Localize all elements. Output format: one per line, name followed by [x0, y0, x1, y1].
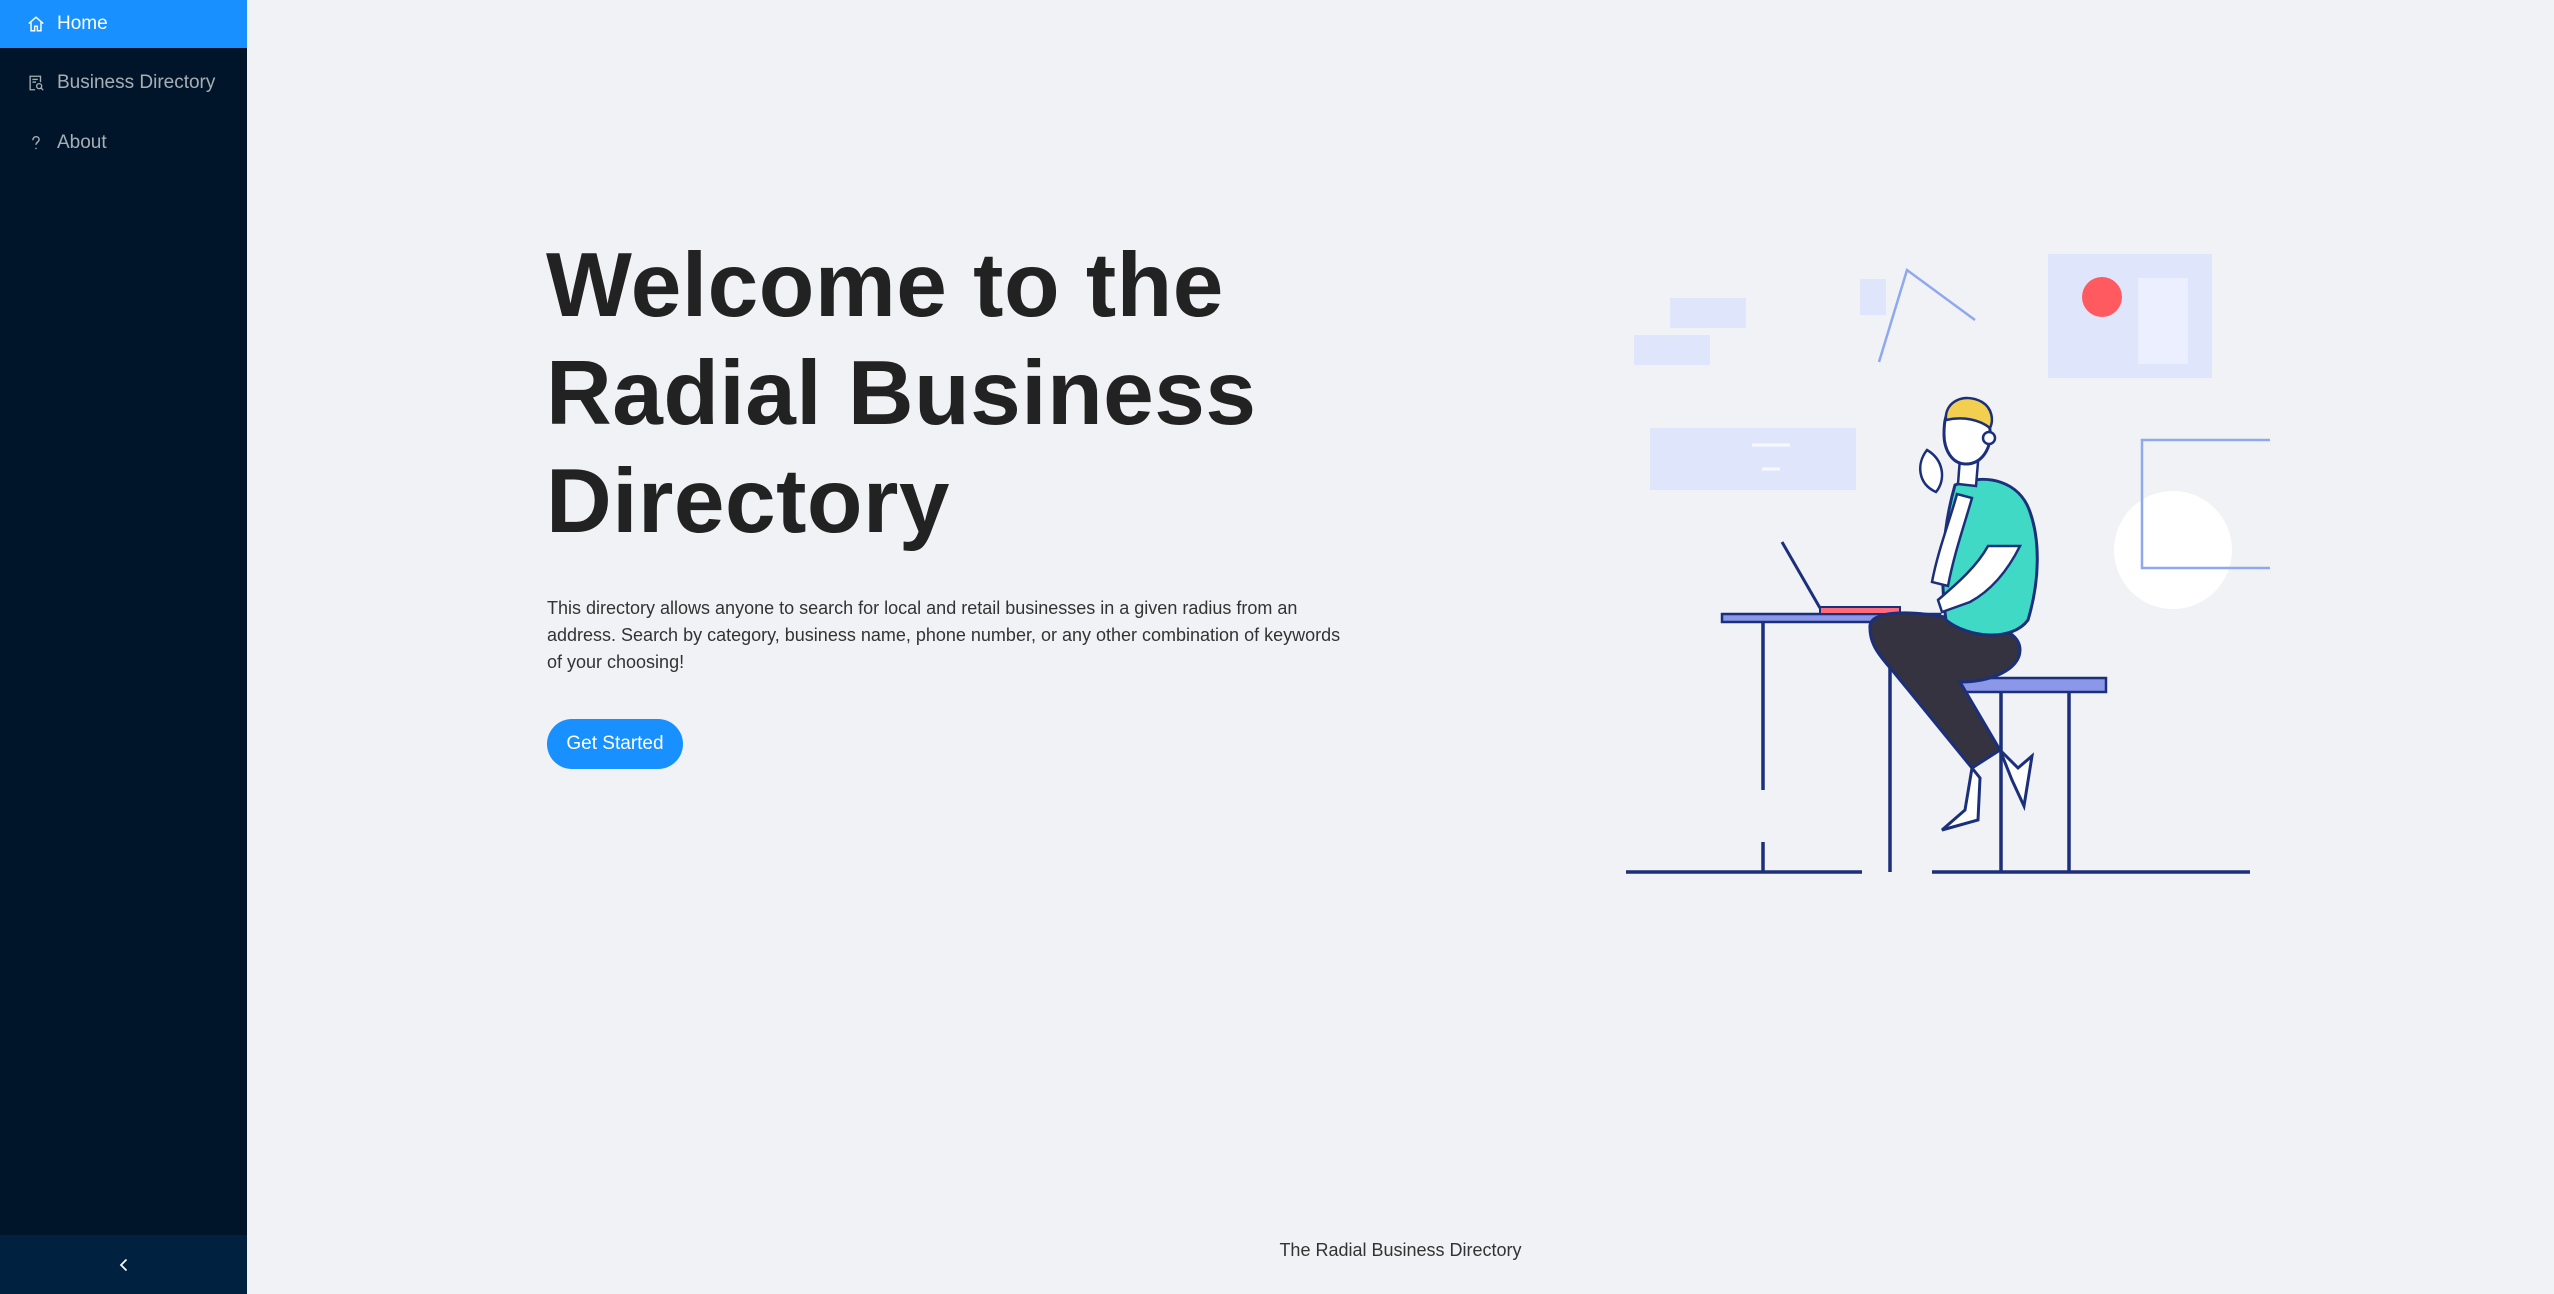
deco-rect — [1634, 335, 1710, 365]
deco-line — [1877, 267, 1976, 363]
person-shoe — [1998, 748, 2035, 812]
get-started-button[interactable]: Get Started — [547, 719, 683, 769]
person-shoe — [1941, 764, 1982, 832]
question-icon — [26, 133, 46, 153]
hero-description: This directory allows anyone to search f… — [547, 598, 1341, 672]
chevron-left-icon — [116, 1257, 132, 1273]
deco-rect — [1860, 279, 1886, 315]
deco-dot — [2082, 277, 2122, 317]
hero-illustration — [1626, 254, 2270, 874]
page-title: Welcome to the Radial Business Directory — [546, 235, 1257, 552]
sidebar-item-home[interactable]: Home — [0, 0, 247, 48]
home-icon — [26, 14, 46, 34]
deco-card — [1650, 428, 1856, 490]
person-hand — [1919, 448, 1944, 494]
directory-icon — [26, 73, 46, 93]
sidebar: Home Business Directory About — [0, 0, 247, 1294]
laptop-screen — [1780, 541, 1822, 609]
sidebar-collapse-button[interactable] — [0, 1235, 247, 1294]
deco-rect — [2138, 278, 2188, 364]
app: Home Business Directory About Welcome to… — [0, 0, 2554, 1294]
person-ear — [1981, 430, 1997, 446]
sidebar-item-label: Home — [57, 13, 108, 34]
sidebar-item-business-directory[interactable]: Business Directory — [0, 59, 247, 107]
footer: The Radial Business Directory — [1279, 1240, 1522, 1260]
sidebar-item-about[interactable]: About — [0, 119, 247, 167]
sidebar-item-label: About — [57, 132, 107, 153]
deco-circle — [2114, 491, 2232, 609]
deco-rect — [1670, 298, 1746, 328]
sidebar-item-label: Business Directory — [57, 72, 216, 93]
